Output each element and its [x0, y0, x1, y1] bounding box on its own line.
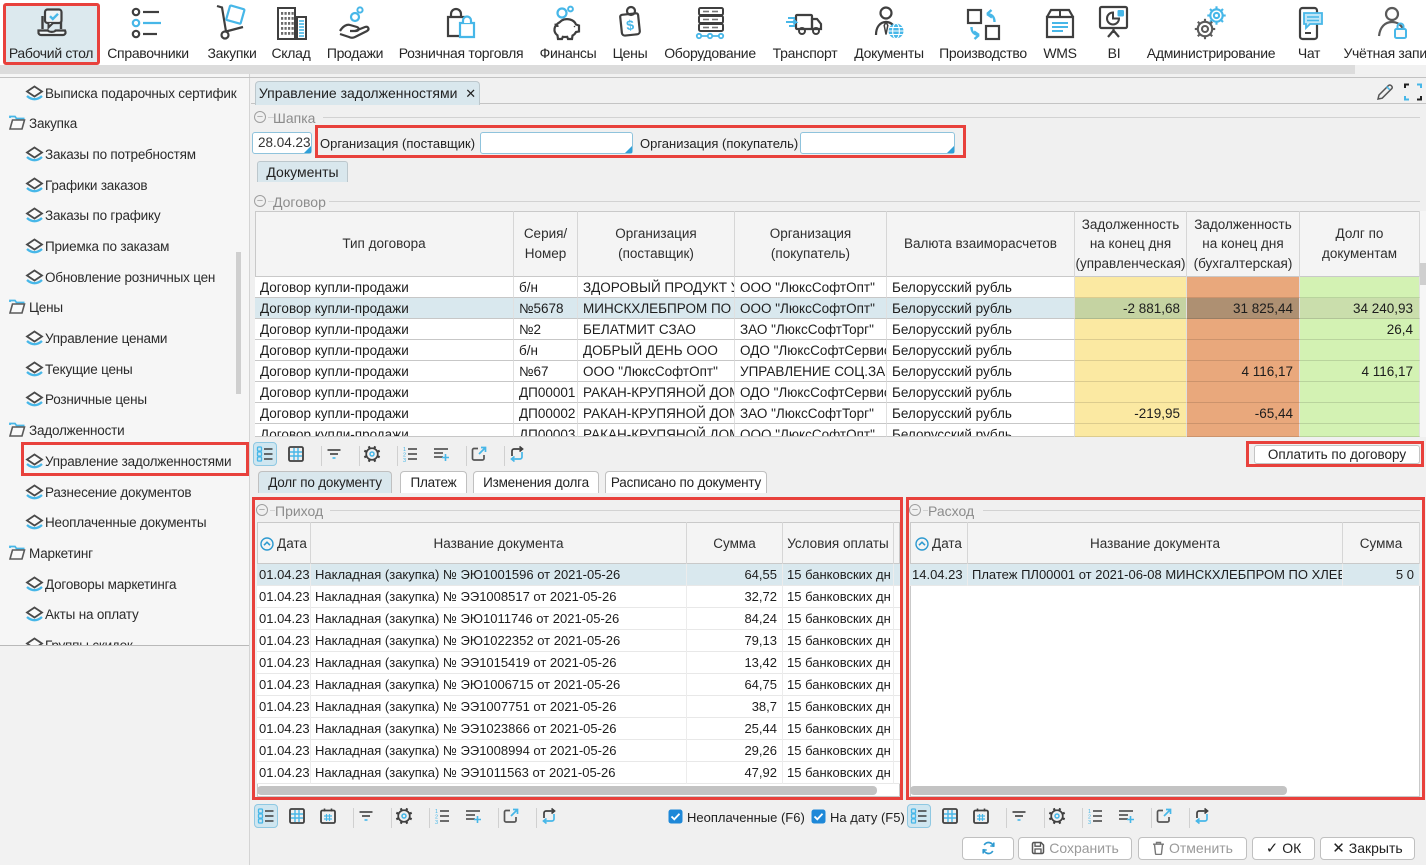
- svg-text:3: 3: [403, 458, 406, 463]
- svg-text:3: 3: [435, 820, 438, 825]
- svg-text:3: 3: [1088, 820, 1091, 825]
